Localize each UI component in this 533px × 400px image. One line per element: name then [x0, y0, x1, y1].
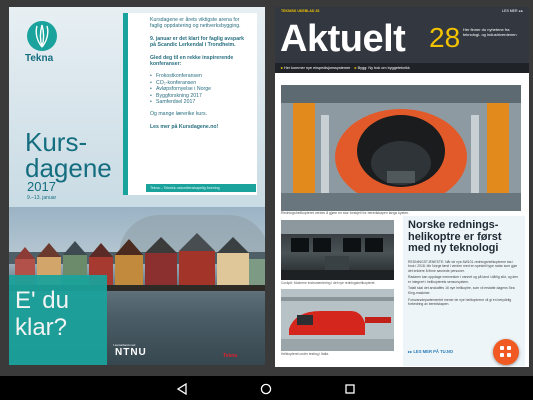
photo-caption: Helikopteret under testing i Italia. — [281, 352, 330, 356]
back-triangle-icon — [176, 382, 187, 396]
cockpit-photo — [281, 220, 394, 280]
header-meta: TEKNISK UKEBLAD 28 — [281, 9, 320, 13]
article-body: REDNINGSTJENESTE: Når de nye AW101-redni… — [408, 260, 520, 307]
info-paragraph: Kursdagene er årets viktigste arena for … — [150, 17, 241, 30]
menu-grid-icon — [500, 353, 504, 357]
ticker-arrow-icon: ▸ — [281, 66, 283, 70]
info-footer: Tekna – Teknisk-naturvitenskapelig foren… — [146, 184, 256, 192]
tagline: E' du klar? — [15, 287, 69, 341]
ad-title: Kurs-dagene — [25, 127, 112, 183]
menu-grid-icon — [507, 346, 511, 350]
back-button[interactable] — [176, 382, 188, 396]
ticker-arrow-icon: ▸ — [354, 66, 357, 70]
tagline-box: E' du klar? — [9, 275, 107, 365]
photo-caption: Redningshelikopteret ventes å gjøre en s… — [281, 211, 410, 215]
info-paragraph: 9. januar er det klart for faglig avspar… — [150, 35, 244, 49]
ad-dates: 9.–13. januar — [27, 195, 57, 201]
article-paragraph: REDNINGSTJENESTE: Når de nye AW101-redni… — [408, 259, 517, 273]
home-circle-icon — [260, 383, 272, 395]
article-headline: Norske rednings-helikoptre er først med … — [408, 219, 502, 254]
share-button[interactable] — [493, 339, 519, 365]
read-more-link[interactable]: ▸▸ LES MER PÅ TU.NO — [408, 349, 453, 354]
magazine-viewer[interactable]: Tekna Kurs-dagene 2017 9.–13. januar Kur… — [0, 0, 533, 376]
section-title: Aktuelt — [280, 18, 406, 60]
section-header: TEKNISK UKEBLAD 28 LES MER ◂ ▸ Aktuelt 2… — [275, 7, 529, 73]
home-button[interactable] — [260, 382, 272, 395]
helicopter-photo — [281, 85, 521, 211]
info-link-text: Les mer på Kursdagene.no! — [150, 123, 219, 130]
article-paragraph: Radaren kan oppdage mennesker i vannet o… — [408, 275, 519, 284]
photo-caption: Cockpit: Moderne instrumentering i det n… — [281, 281, 376, 285]
recents-square-icon — [345, 384, 355, 394]
ad-year: 2017 — [27, 179, 56, 194]
info-paragraph: Og mange lærerike kurs. — [150, 111, 208, 118]
brand-name: Tekna — [25, 53, 54, 64]
left-page-ad[interactable]: Tekna Kurs-dagene 2017 9.–13. januar Kur… — [9, 7, 265, 365]
ticker-item[interactable]: Bygg: Ny bok om byggeteknikk — [358, 66, 410, 70]
article-paragraph: Totalt skal det anskaffes 16 nye helikop… — [408, 286, 515, 296]
header-meta-nav[interactable]: LES MER ◂ ▸ — [502, 9, 523, 13]
ticker-item[interactable]: Her kommer nye ekspedisjonssystemer — [284, 66, 350, 70]
conference-list: Frokostkonferansen CO₂-konferansen Avløp… — [150, 73, 251, 105]
right-page-article[interactable]: TEKNISK UKEBLAD 28 LES MER ◂ ▸ Aktuelt 2… — [275, 7, 529, 367]
news-ticker[interactable]: ▸ Her kommer nye ekspedisjonssystemer ▸ … — [275, 63, 529, 73]
ntnu-logo: NTNU — [115, 347, 147, 358]
menu-grid-icon — [500, 346, 504, 350]
menu-grid-icon — [507, 353, 511, 357]
tekna-logo-icon — [27, 21, 57, 51]
ad-top-panel: Tekna Kurs-dagene 2017 9.–13. januar Kur… — [9, 7, 265, 207]
info-paragraph: Gled deg til en rekke inspirerende konfe… — [150, 54, 234, 68]
issue-number: 28 — [429, 22, 461, 53]
header-teaser: Her finner du nyhetene fra teknologi- og… — [463, 27, 517, 37]
system-nav-bar — [0, 376, 533, 400]
article-paragraph: Forsvarsdepartementet mener de nye helik… — [408, 297, 512, 307]
list-item: Samferdsel 2017 — [150, 99, 251, 106]
ad-info-box: Kursdagene er årets viktigste arena for … — [123, 13, 257, 195]
partner-logo: Tekna — [223, 353, 238, 359]
red-helicopter-photo — [281, 289, 394, 351]
recents-button[interactable] — [344, 382, 356, 394]
